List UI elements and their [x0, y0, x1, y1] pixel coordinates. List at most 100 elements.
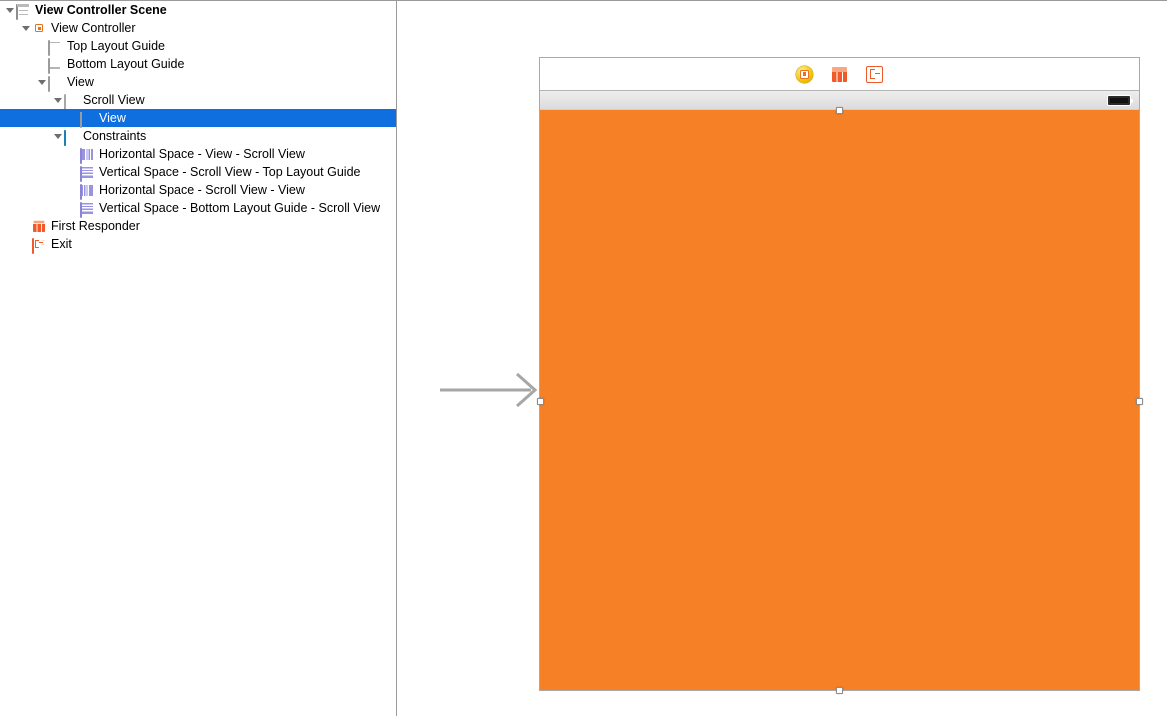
- disclosure-spacer: [68, 163, 80, 181]
- disclosure-triangle-open[interactable]: [52, 91, 64, 109]
- outline-row-constraints[interactable]: Constraints: [0, 127, 396, 145]
- horizontal-space-constraint-icon-b-glyph: [80, 184, 82, 200]
- outline-row-label: Bottom Layout Guide: [63, 55, 184, 73]
- indent-spacer: [0, 235, 20, 253]
- scroll-view-icon: [64, 93, 78, 107]
- bottom-layout-guide-icon-glyph: [48, 58, 50, 74]
- outline-row-label: First Responder: [47, 217, 140, 235]
- outline-row-label: View Controller: [47, 19, 136, 37]
- outline-row-label: View: [63, 73, 94, 91]
- outline-row-label: Vertical Space - Scroll View - Top Layou…: [95, 163, 360, 181]
- outline-row-label: Exit: [47, 235, 72, 253]
- scene-dock[interactable]: [540, 58, 1139, 91]
- indent-spacer: [0, 181, 68, 199]
- outline-row-constraint-2[interactable]: Vertical Space - Scroll View - Top Layou…: [0, 163, 396, 181]
- horizontal-space-constraint-icon-b: [80, 183, 94, 197]
- indent-spacer: [0, 145, 68, 163]
- disclosure-spacer: [68, 145, 80, 163]
- outline-row-label: Horizontal Space - Scroll View - View: [95, 181, 305, 199]
- document-outline-pane[interactable]: View Controller SceneView ControllerTop …: [0, 1, 396, 716]
- vertical-space-constraint-icon: [80, 165, 94, 179]
- disclosure-spacer: [36, 37, 48, 55]
- outline-row-label: View Controller Scene: [31, 1, 167, 19]
- constraints-icon: [64, 129, 78, 143]
- indent-spacer: [0, 37, 36, 55]
- vertical-space-constraint-icon: [80, 201, 94, 215]
- outline-row-inner-view[interactable]: View: [0, 109, 396, 127]
- outline-row-scroll-view[interactable]: Scroll View: [0, 91, 396, 109]
- exit-icon: [32, 237, 46, 251]
- storyboard-canvas[interactable]: [397, 1, 1167, 716]
- outline-row-constraint-4[interactable]: Vertical Space - Bottom Layout Guide - S…: [0, 199, 396, 217]
- top-layout-guide-icon-glyph: [48, 40, 50, 56]
- top-layout-guide-icon: [48, 39, 62, 53]
- vertical-space-constraint-icon-glyph: [80, 166, 82, 182]
- horizontal-space-constraint-icon-glyph: [80, 148, 82, 164]
- indent-spacer: [0, 109, 68, 127]
- outline-row-view-controller[interactable]: View Controller: [0, 19, 396, 37]
- disclosure-spacer: [20, 235, 32, 253]
- disclosure-spacer: [36, 55, 48, 73]
- outline-row-constraint-3[interactable]: Horizontal Space - Scroll View - View: [0, 181, 396, 199]
- view-controller-scene-canvas[interactable]: [539, 57, 1140, 691]
- scene-icon-glyph: [16, 4, 18, 20]
- exit-proxy-icon[interactable]: [866, 66, 883, 83]
- battery-icon: [1107, 95, 1131, 106]
- indent-spacer: [0, 73, 36, 91]
- cube-lines: [832, 70, 847, 82]
- disclosure-spacer: [68, 109, 80, 127]
- outline-row-constraint-1[interactable]: Horizontal Space - View - Scroll View: [0, 145, 396, 163]
- disclosure-triangle-open[interactable]: [52, 127, 64, 145]
- indent-spacer: [0, 19, 20, 37]
- view-icon-glyph: [80, 112, 82, 128]
- constraints-icon-glyph: [64, 130, 66, 146]
- disclosure-triangle-open[interactable]: [20, 19, 32, 37]
- indent-spacer: [0, 55, 36, 73]
- outline-tree[interactable]: View Controller SceneView ControllerTop …: [0, 1, 396, 253]
- cube-lines: [33, 222, 45, 232]
- constraint-bars: [82, 185, 93, 196]
- indent-spacer: [0, 91, 52, 109]
- selection-handle-top[interactable]: [836, 107, 843, 114]
- disclosure-triangle-open[interactable]: [36, 73, 48, 91]
- outline-row-view[interactable]: View: [0, 73, 396, 91]
- inner-view-canvas[interactable]: [540, 110, 1139, 690]
- scroll-view-icon-glyph: [64, 94, 66, 110]
- outline-row-view-controller-scene[interactable]: View Controller Scene: [0, 1, 396, 19]
- constraint-bars: [82, 167, 93, 178]
- exit-icon-glyph: [32, 238, 34, 254]
- outline-row-label: Top Layout Guide: [63, 37, 165, 55]
- outline-row-label: Scroll View: [79, 91, 145, 109]
- disclosure-spacer: [20, 217, 32, 235]
- outline-row-bottom-layout-guide[interactable]: Bottom Layout Guide: [0, 55, 396, 73]
- bottom-layout-guide-icon: [48, 57, 62, 71]
- outline-row-first-responder[interactable]: First Responder: [0, 217, 396, 235]
- view-controller-icon: [32, 21, 46, 35]
- disclosure-spacer: [68, 199, 80, 217]
- first-responder-proxy-icon[interactable]: [831, 66, 848, 83]
- constraint-bars: [82, 203, 93, 214]
- disclosure-triangle-open[interactable]: [4, 1, 16, 19]
- view-controller-proxy-icon[interactable]: [796, 66, 813, 83]
- outline-row-exit[interactable]: Exit: [0, 235, 396, 253]
- horizontal-space-constraint-icon: [80, 147, 94, 161]
- vertical-space-constraint-icon-glyph: [80, 202, 82, 218]
- indent-spacer: [0, 199, 68, 217]
- view-icon-glyph: [48, 76, 50, 92]
- scene-icon: [16, 3, 30, 17]
- view-icon: [48, 75, 62, 89]
- outline-row-label: View: [95, 109, 126, 127]
- view-icon: [80, 111, 94, 125]
- selection-handle-left[interactable]: [537, 398, 544, 405]
- initial-view-controller-arrow: [439, 366, 543, 414]
- outline-row-label: Constraints: [79, 127, 146, 145]
- selection-handle-right[interactable]: [1136, 398, 1143, 405]
- indent-spacer: [0, 217, 20, 235]
- outline-row-top-layout-guide[interactable]: Top Layout Guide: [0, 37, 396, 55]
- xcode-storyboard-editor: View Controller SceneView ControllerTop …: [0, 0, 1167, 716]
- indent-spacer: [0, 163, 68, 181]
- disclosure-spacer: [68, 181, 80, 199]
- outline-row-label: Horizontal Space - View - Scroll View: [95, 145, 305, 163]
- selection-handle-bottom[interactable]: [836, 687, 843, 694]
- outline-row-label: Vertical Space - Bottom Layout Guide - S…: [95, 199, 380, 217]
